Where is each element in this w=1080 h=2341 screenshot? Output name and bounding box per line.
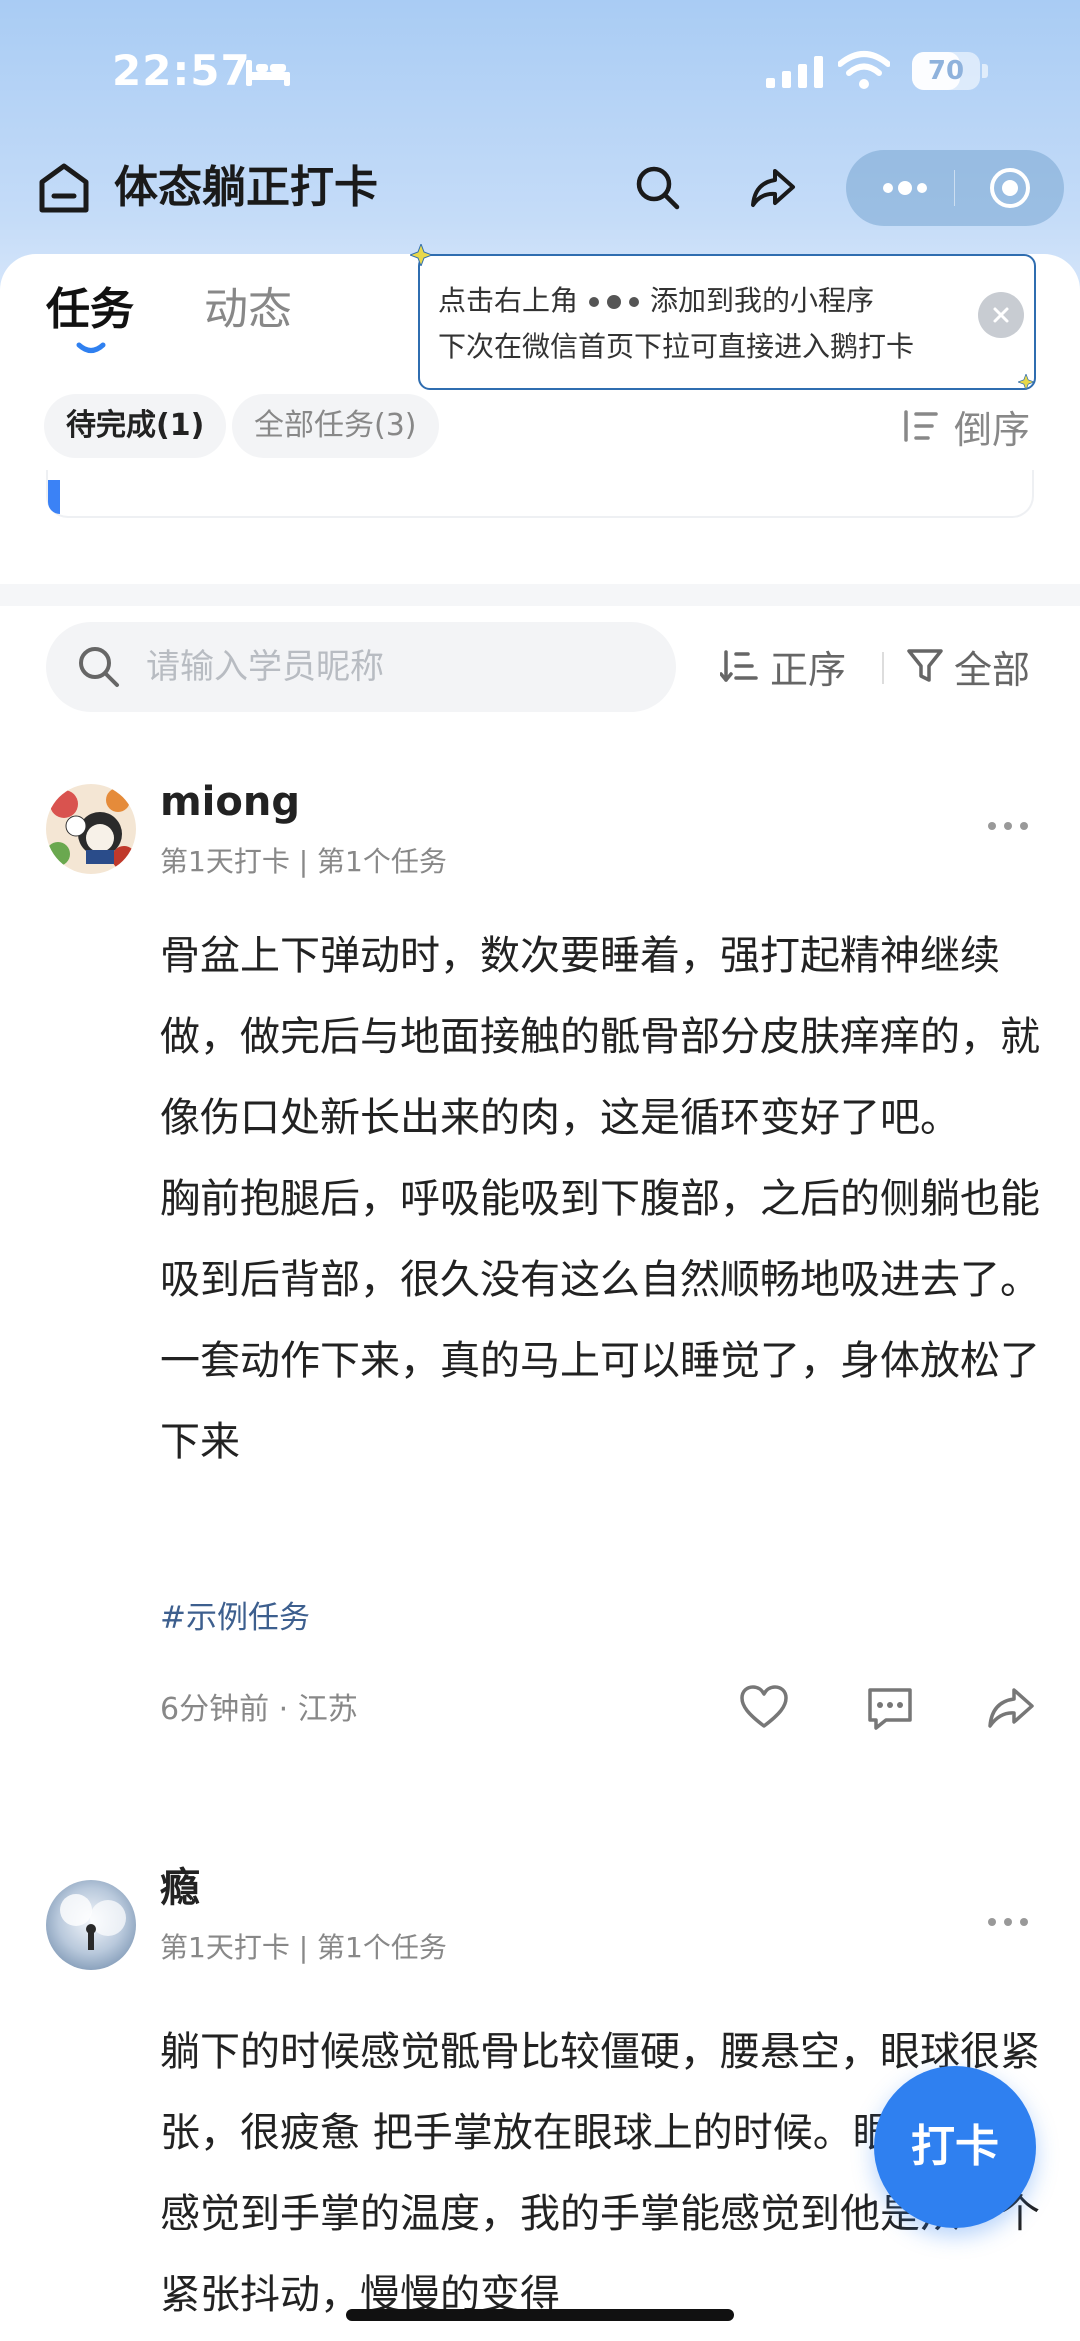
- search-placeholder: 请输入学员昵称: [146, 647, 384, 687]
- sparkle-icon: [1018, 374, 1034, 390]
- comment-icon[interactable]: [864, 1682, 916, 1734]
- status-time: 22:57: [112, 46, 251, 95]
- tab-active-indicator: [76, 342, 106, 353]
- tooltip-line-1: 点击右上角 添加到我的小程序: [438, 278, 1016, 324]
- tooltip-line1-prefix: 点击右上角: [438, 284, 579, 317]
- sort-desc-icon: [904, 410, 938, 442]
- home-indicator: [346, 2309, 734, 2321]
- battery-tip: [982, 64, 988, 78]
- close-miniprogram-icon[interactable]: [986, 164, 1034, 212]
- filter-label: 全部: [954, 647, 1031, 692]
- status-bar: 22:57 70: [0, 0, 1080, 145]
- post-paragraph: 骨盆上下弹动时，数次要睡着，强打起精神继续做，做完后与地面接触的骶骨部分皮肤痒痒…: [160, 933, 1040, 1141]
- task-progress-marker: [48, 480, 60, 514]
- home-icon[interactable]: [36, 160, 92, 216]
- filter-all-tasks-chip[interactable]: 全部任务(3): [232, 394, 439, 458]
- search-icon: [79, 647, 119, 687]
- like-icon[interactable]: [738, 1682, 790, 1734]
- task-progress-strip: [46, 470, 1034, 518]
- tooltip-dots-icon: [589, 295, 640, 309]
- checkin-fab-button[interactable]: 打卡: [874, 2066, 1036, 2228]
- filter-icon: [907, 649, 943, 682]
- battery-indicator: 70: [912, 52, 980, 90]
- tooltip-line-2: 下次在微信首页下拉可直接进入鹅打卡: [438, 330, 915, 363]
- sort-label: 正序: [770, 647, 847, 692]
- sort-asc-button[interactable]: 正序: [720, 638, 846, 694]
- share-icon: [751, 169, 795, 207]
- order-desc-button[interactable]: 倒序: [900, 398, 1030, 454]
- more-options-icon[interactable]: [986, 818, 1030, 834]
- tooltip-line1-suffix: 添加到我的小程序: [650, 284, 875, 317]
- wifi-icon: [838, 51, 890, 89]
- section-divider: [0, 584, 1080, 606]
- more-options-icon[interactable]: [986, 1914, 1030, 1930]
- avatar-image: [46, 784, 136, 874]
- bed-icon: [246, 60, 290, 86]
- filter-all-button[interactable]: 全部: [906, 638, 1030, 694]
- post-meta: 第1天打卡 | 第1个任务: [160, 1931, 447, 1964]
- post-time-location: 6分钟前 · 江苏: [160, 1692, 358, 1727]
- sparkle-icon: [410, 244, 432, 266]
- post-username[interactable]: 瘾: [160, 1862, 200, 1914]
- tooltip-close-button[interactable]: [978, 292, 1024, 338]
- signal-icon: [766, 56, 823, 88]
- student-search-input[interactable]: 请输入学员昵称: [46, 622, 676, 712]
- tab-task[interactable]: 任务: [46, 282, 134, 338]
- avatar[interactable]: [46, 784, 136, 874]
- avatar-image: [46, 1880, 136, 1970]
- more-menu-icon[interactable]: [880, 174, 930, 202]
- tab-feed[interactable]: 动态: [204, 282, 292, 338]
- post-hashtag[interactable]: #示例任务: [160, 1596, 310, 1640]
- battery-text: 70: [927, 56, 965, 86]
- order-desc-label: 倒序: [954, 407, 1031, 452]
- post-username[interactable]: miong: [160, 776, 300, 828]
- add-miniprogram-tooltip: 点击右上角 添加到我的小程序 下次在微信首页下拉可直接进入鹅打卡: [418, 254, 1036, 390]
- search-button[interactable]: [620, 150, 696, 226]
- share-post-icon[interactable]: [984, 1682, 1036, 1734]
- post-paragraph: 胸前抱腿后，呼吸能吸到下腹部，之后的侧躺也能吸到后背部，很久没有这么自然顺畅地吸…: [160, 1176, 1040, 1465]
- sort-asc-icon: [720, 650, 758, 682]
- page-title: 体态躺正打卡: [114, 162, 378, 213]
- avatar[interactable]: [46, 1880, 136, 1970]
- post-content: 骨盆上下弹动时，数次要睡着，强打起精神继续做，做完后与地面接触的骶骨部分皮肤痒痒…: [160, 916, 1040, 1483]
- close-icon: [993, 307, 1009, 323]
- toolbar-divider: [882, 652, 884, 684]
- filter-pending-chip[interactable]: 待完成(1): [44, 394, 227, 458]
- post-meta: 第1天打卡 | 第1个任务: [160, 845, 447, 878]
- capsule-divider: [954, 170, 955, 206]
- miniprogram-capsule: [846, 150, 1064, 226]
- search-icon: [636, 166, 680, 210]
- share-button[interactable]: [734, 150, 810, 226]
